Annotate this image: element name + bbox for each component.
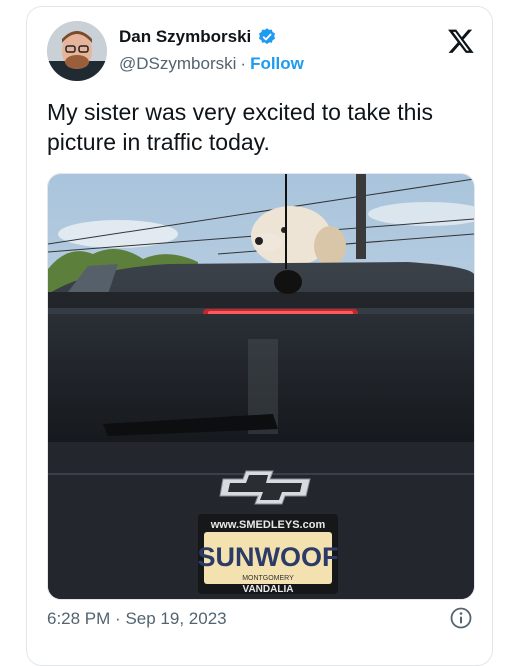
x-logo-icon[interactable] [447,27,475,55]
tweet-header: Dan Szymborski @DSzymborski · Follow [47,21,477,83]
tweet-card: Dan Szymborski @DSzymborski · Follow My … [26,6,493,666]
tweet-text: My sister was very excited to take this … [47,99,434,155]
info-icon[interactable] [449,606,473,630]
footer-separator: · [115,609,121,628]
tweet-footer: 6:28 PM · Sep 19, 2023 [47,606,473,630]
plate-county-text: MONTGOMERY [242,575,294,582]
tweet-date[interactable]: Sep 19, 2023 [125,609,226,628]
plate-dealer-bottom-text: VANDALIA [243,584,294,595]
tweet-photo[interactable]: www.SMEDLEYS.com SUNWOOF MONTGOMERY VAND… [47,173,475,600]
verified-badge-icon [257,27,277,47]
plate-dealer-text: www.SMEDLEYS.com [210,519,326,531]
avatar[interactable] [47,21,107,81]
tweet-time[interactable]: 6:28 PM [47,609,110,628]
separator-dot: · [240,54,247,73]
author-handle[interactable]: @DSzymborski [119,54,236,74]
author-name-row: Dan Szymborski [119,27,277,47]
author-name[interactable]: Dan Szymborski [119,27,251,47]
follow-button[interactable]: Follow [250,54,304,74]
author-handle-row: @DSzymborski · Follow [119,54,304,74]
plate-number-text: SUNWOOF [198,542,339,572]
